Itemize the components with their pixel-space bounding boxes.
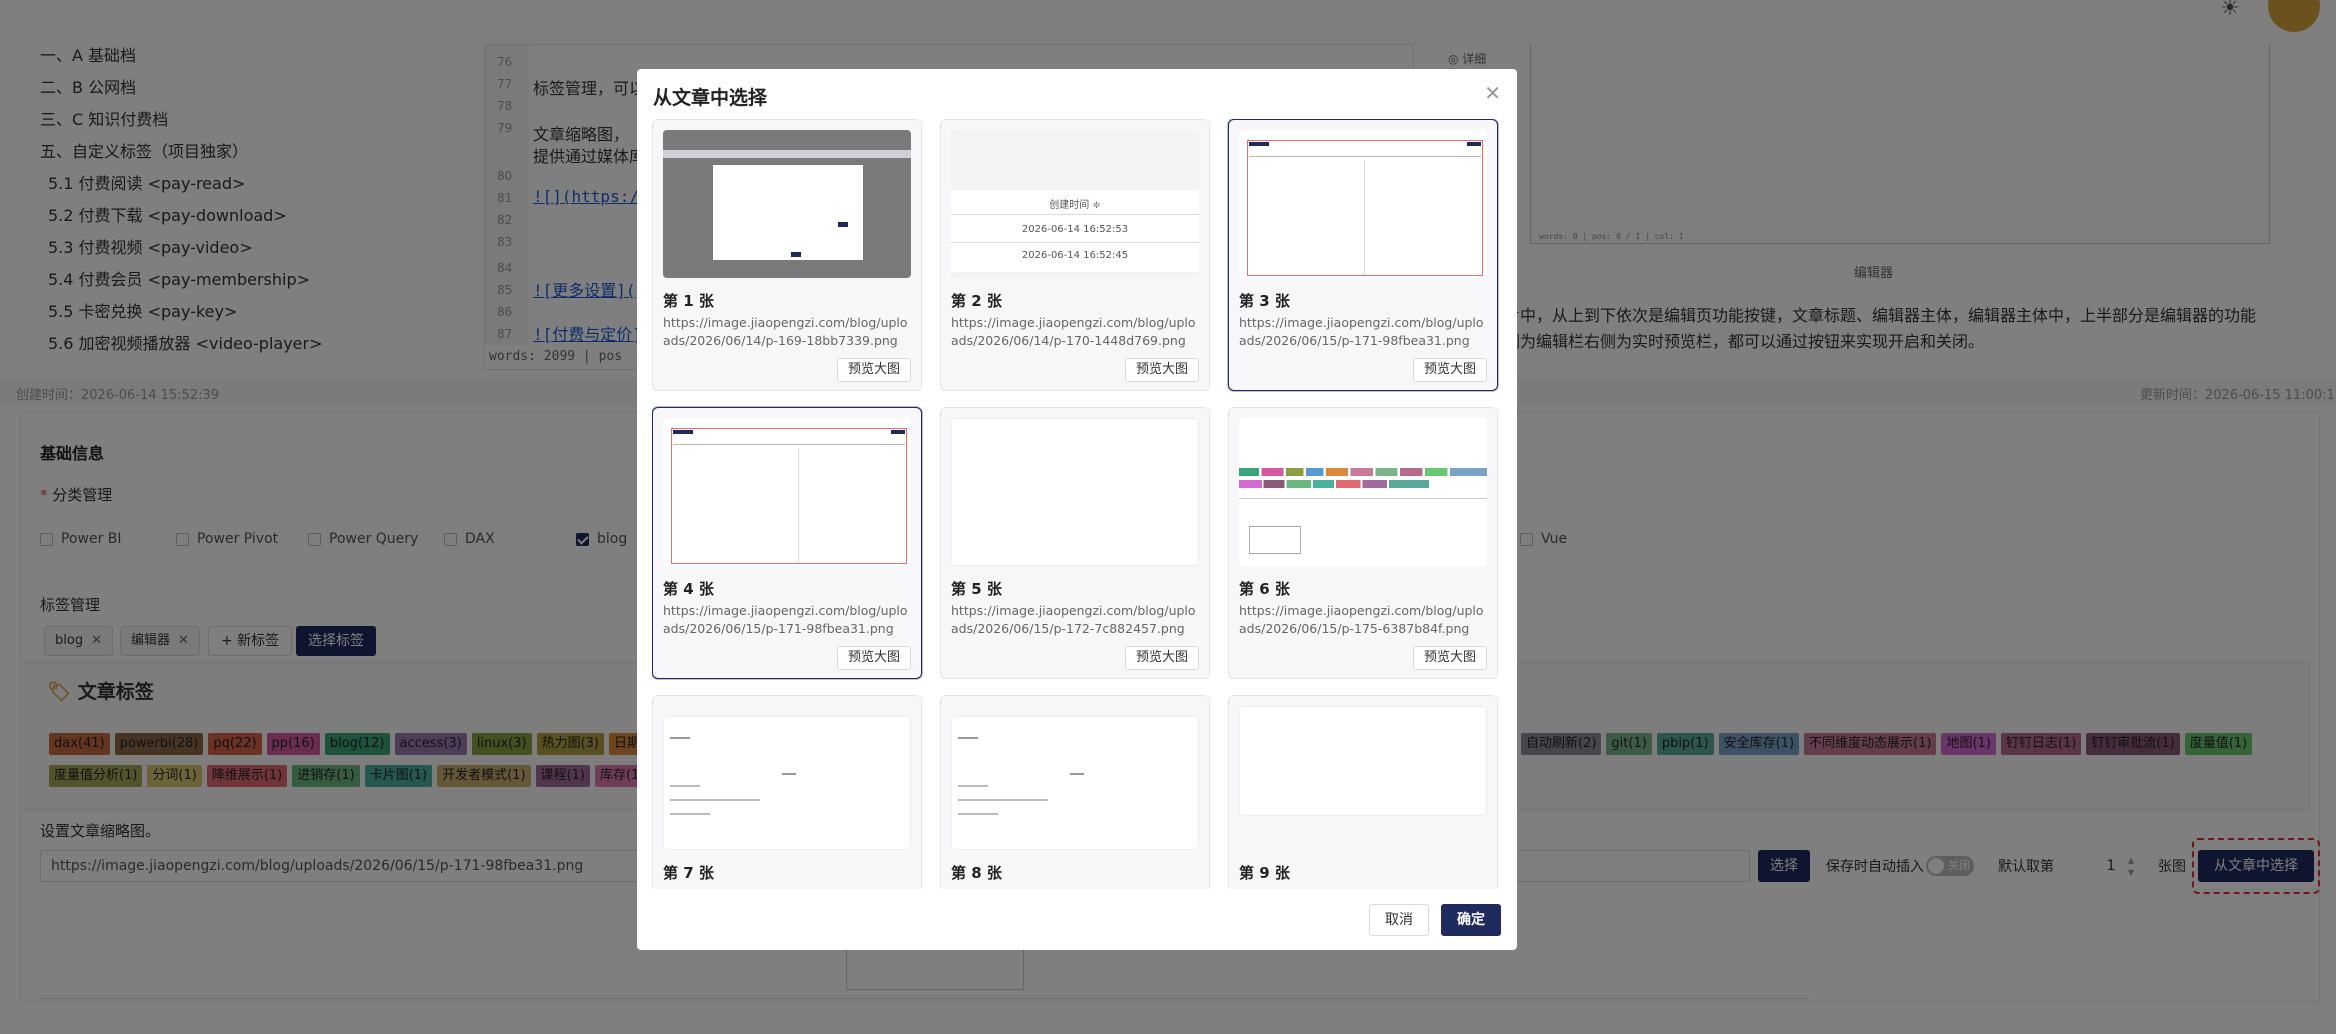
card-url: https://image.jiaopengzi.com/blog/upload… [663, 315, 908, 348]
thumbnail-image [1239, 130, 1487, 278]
thumb-element [1467, 142, 1481, 146]
thumbnail-image [663, 130, 911, 278]
thumb-element [951, 214, 1199, 215]
card-title: 第 4 张 [663, 580, 714, 598]
thumb-element [673, 444, 905, 445]
thumb-element [1364, 160, 1365, 275]
card-title: 第 6 张 [1239, 580, 1290, 598]
image-card[interactable]: 第 6 张 https://image.jiaopengzi.com/blog/… [1228, 407, 1498, 679]
card-title: 第 3 张 [1239, 292, 1290, 310]
thumb-element [791, 252, 801, 257]
thumbnail-image [1239, 706, 1487, 816]
image-card-selected[interactable]: 第 4 张 https://image.jiaopengzi.com/blog/… [652, 407, 922, 679]
confirm-button[interactable]: 确定 [1441, 904, 1501, 936]
thumb-text: 2026-06-14 16:52:45 [1021, 250, 1129, 261]
thumb-element [1249, 142, 1269, 146]
card-url: https://image.jiaopengzi.com/blog/upload… [951, 603, 1196, 636]
thumb-element [958, 799, 1048, 801]
image-card-selected[interactable]: 第 3 张 https://image.jiaopengzi.com/blog/… [1228, 119, 1498, 391]
thumb-element [798, 448, 799, 563]
image-card[interactable]: 第 5 张 https://image.jiaopengzi.com/blog/… [940, 407, 1210, 679]
close-icon[interactable]: ✕ [1484, 81, 1501, 105]
thumb-element [1249, 526, 1301, 554]
thumbnail-image [663, 418, 911, 566]
preview-large-button[interactable]: 预览大图 [1124, 358, 1199, 382]
thumb-element [713, 165, 863, 260]
thumb-element [838, 222, 848, 227]
thumb-element [673, 430, 693, 434]
card-title: 第 2 张 [951, 292, 1002, 310]
thumb-element [1070, 773, 1084, 775]
thumb-element [663, 150, 911, 158]
thumb-element [670, 785, 700, 787]
card-url: https://image.jiaopengzi.com/blog/upload… [663, 603, 908, 636]
image-grid: 第 1 张 https://image.jiaopengzi.com/blog/… [652, 119, 1502, 889]
thumb-text: 创建时间 ≑ [1049, 200, 1101, 211]
thumb-element [1247, 140, 1483, 276]
thumbnail-image [951, 716, 1199, 850]
thumbnail-image [951, 418, 1199, 566]
preview-large-button[interactable]: 预览大图 [1124, 646, 1199, 670]
preview-large-button[interactable]: 预览大图 [1412, 358, 1487, 382]
preview-large-button[interactable]: 预览大图 [836, 358, 911, 382]
thumbnail-image: 创建时间 ≑ 2026-06-14 16:52:53 2026-06-14 16… [951, 130, 1199, 278]
modal-title: 从文章中选择 [653, 87, 768, 109]
thumbnail-image [1239, 418, 1487, 566]
thumb-text: 2026-06-14 16:52:53 [1021, 224, 1129, 235]
thumb-element [670, 737, 690, 739]
thumb-element [671, 428, 907, 564]
card-url: https://image.jiaopengzi.com/blog/upload… [1239, 315, 1484, 348]
thumb-element [1239, 480, 1429, 488]
thumb-element [1239, 468, 1487, 476]
select-image-modal: 从文章中选择 ✕ 第 1 张 https://image.jiaopengzi.… [637, 69, 1517, 950]
image-card[interactable]: 第 9 张 [1228, 695, 1498, 889]
card-title: 第 1 张 [663, 292, 714, 310]
image-card[interactable]: 创建时间 ≑ 2026-06-14 16:52:53 2026-06-14 16… [940, 119, 1210, 391]
card-url: https://image.jiaopengzi.com/blog/upload… [1239, 603, 1484, 636]
image-card[interactable]: 第 8 张 [940, 695, 1210, 889]
thumb-element [782, 773, 796, 775]
preview-large-button[interactable]: 预览大图 [1412, 646, 1487, 670]
card-title: 第 9 张 [1239, 864, 1290, 882]
card-url: https://image.jiaopengzi.com/blog/upload… [951, 315, 1196, 348]
preview-large-button[interactable]: 预览大图 [836, 646, 911, 670]
image-card[interactable]: 第 7 张 [652, 695, 922, 889]
thumb-element [958, 813, 998, 815]
thumbnail-image [663, 716, 911, 850]
thumb-element [958, 737, 978, 739]
thumb-element [891, 430, 905, 434]
card-title: 第 5 张 [951, 580, 1002, 598]
image-card[interactable]: 第 1 张 https://image.jiaopengzi.com/blog/… [652, 119, 922, 391]
thumb-element [958, 785, 988, 787]
thumb-element [1239, 498, 1487, 499]
thumb-element [670, 799, 760, 801]
cancel-button[interactable]: 取消 [1369, 904, 1429, 936]
thumb-element [951, 242, 1199, 243]
thumb-element [1249, 156, 1481, 157]
card-title: 第 8 张 [951, 864, 1002, 882]
card-title: 第 7 张 [663, 864, 714, 882]
thumb-element [670, 813, 710, 815]
